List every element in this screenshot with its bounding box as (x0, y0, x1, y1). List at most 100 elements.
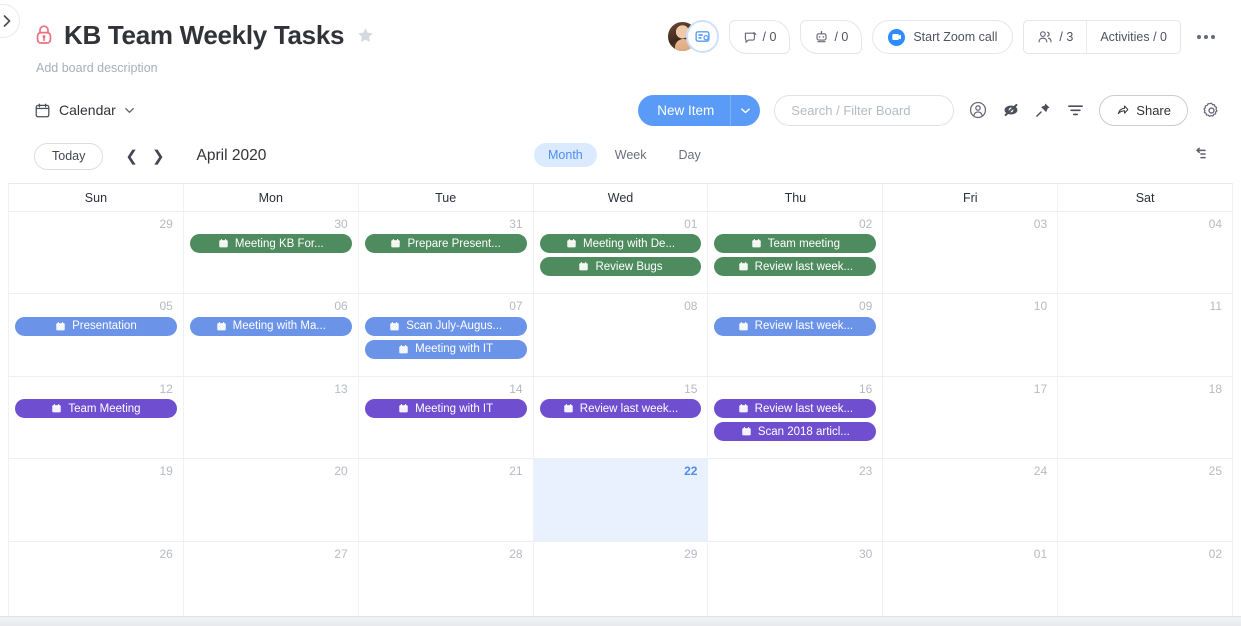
calendar-day-cell[interactable]: 01 (882, 541, 1057, 624)
collapse-panel-icon[interactable] (1195, 144, 1215, 169)
calendar-event[interactable]: Review Bugs (539, 257, 702, 277)
chevron-left-icon[interactable]: ❮ (125, 149, 138, 164)
board-description[interactable]: Add board description (36, 61, 1217, 75)
calendar-day-cell[interactable]: 25 (1057, 459, 1232, 541)
tab-week[interactable]: Week (601, 143, 661, 167)
calendar-day-cell[interactable]: 06 Meeting with Ma... (182, 294, 358, 376)
calendar-day-cell[interactable]: 26 (9, 542, 183, 623)
calendar-day-cell[interactable]: 10 (882, 294, 1057, 376)
calendar-day-cell[interactable]: 02 Team meeting Review last week... (707, 212, 882, 294)
more-options-icon[interactable] (1191, 22, 1221, 52)
calendar-day-cell[interactable]: 21 (357, 459, 533, 541)
calendar-day-cell[interactable]: 09 Review last week... (707, 294, 882, 376)
calendar-event[interactable]: Review last week... (714, 257, 877, 277)
day-number: 15 (684, 381, 698, 396)
calendar-day-cell[interactable]: 31 Prepare Present... (357, 212, 533, 294)
calendar-event[interactable]: Scan July-Augus... (364, 316, 527, 336)
calendar-event[interactable]: Review last week... (714, 316, 877, 336)
start-zoom-call-button[interactable]: Start Zoom call (872, 20, 1014, 54)
automations-button[interactable]: / 0 (800, 20, 863, 54)
calendar-day-cell[interactable]: 20 (182, 459, 358, 541)
day-header-sun: Sun (84, 190, 108, 205)
board-members-button[interactable]: / 3 (1024, 21, 1086, 53)
calendar-day-cell[interactable]: 29 (532, 541, 708, 624)
calendar-day-cell[interactable]: 18 (1057, 376, 1232, 459)
calendar-day-cell[interactable]: 24 (882, 459, 1057, 541)
calendar-day-cell[interactable]: 14 Meeting with IT (357, 376, 533, 459)
header-actions: / 0 / 0 Start Zoom call / 3 Activities /… (666, 20, 1221, 54)
calendar-day-cell[interactable]: 13 (182, 376, 358, 459)
calendar-event[interactable]: Prepare Present... (364, 234, 527, 254)
calendar-event[interactable]: Team meeting (714, 234, 877, 254)
calendar-event[interactable]: Scan 2018 articl... (714, 422, 877, 442)
calendar-event[interactable]: Meeting with Ma... (189, 316, 352, 336)
calendar-day-cell[interactable]: 30 (707, 541, 882, 624)
calendar-day-cell[interactable]: 27 (182, 541, 358, 624)
people-icon (1038, 31, 1053, 43)
calendar-day-cell[interactable]: 07 Scan July-Augus... Meeting with IT (357, 294, 533, 376)
start-zoom-call-label: Start Zoom call (913, 30, 998, 44)
calendar-day-cell[interactable]: 11 (1057, 294, 1232, 376)
calendar-day-cell[interactable]: 16 Review last week... Scan 2018 articl.… (707, 376, 882, 459)
day-number: 02 (858, 217, 873, 231)
calendar-event-title: Review last week... (754, 260, 854, 273)
calendar-day-cell[interactable]: 01 Meeting with De... Review Bugs (532, 212, 708, 294)
calendar-item-icon (55, 321, 66, 332)
avatar-group[interactable] (666, 20, 719, 54)
calendar-event[interactable]: Meeting with IT (364, 339, 527, 359)
calendar-day-cell[interactable]: 08 (532, 294, 708, 376)
day-number: 13 (334, 381, 348, 396)
calendar-day-cell[interactable]: 22 (532, 459, 708, 541)
new-item-button[interactable]: New Item (638, 94, 761, 126)
calendar-event[interactable]: Review last week... (539, 399, 702, 419)
calendar-event[interactable]: Meeting with IT (364, 399, 527, 419)
calendar-day-cell[interactable]: 04 (1057, 212, 1232, 294)
calendar-day-cell[interactable]: 02 (1057, 541, 1232, 624)
calendar-day-cell[interactable]: 28 (357, 541, 533, 624)
board-view-icon[interactable] (685, 20, 719, 53)
share-button[interactable]: Share (1099, 94, 1188, 126)
calendar-event[interactable]: Team Meeting (15, 399, 177, 419)
day-number: 05 (159, 299, 173, 314)
tab-day[interactable]: Day (664, 143, 714, 167)
calendar-week-row: 12 Team Meeting 13 14 Meeting with IT 15 Re… (9, 376, 1232, 460)
activities-button[interactable]: Activities / 0 (1086, 21, 1180, 53)
person-filter-icon[interactable] (968, 100, 988, 120)
calendar-event-title: Meeting with De... (582, 237, 676, 250)
new-item-chevron-down-icon[interactable] (730, 94, 760, 126)
calendar-day-cell[interactable]: 15 Review last week... (532, 376, 708, 459)
month-label: April 2020 (196, 147, 267, 164)
calendar-day-cell[interactable]: 29 (9, 212, 183, 293)
day-number: 08 (684, 299, 698, 314)
calendar-event-title: Presentation (72, 320, 137, 333)
calendar-event[interactable]: Presentation (15, 316, 177, 336)
calendar-event-title: Meeting with IT (415, 343, 494, 356)
updates-button[interactable]: / 0 (728, 20, 791, 54)
calendar-item-icon (563, 403, 574, 414)
tab-month[interactable]: Month (534, 143, 597, 167)
calendar-day-cell[interactable]: 05 Presentation (9, 294, 183, 375)
calendar-event[interactable]: Meeting KB For... (189, 234, 352, 254)
search-filter-box[interactable] (774, 94, 955, 126)
view-switcher[interactable]: Calendar (34, 102, 135, 119)
calendar-event[interactable]: Review last week... (714, 399, 877, 419)
chevron-right-icon[interactable]: ❯ (152, 149, 165, 164)
pin-icon[interactable] (1034, 101, 1052, 119)
star-icon[interactable] (356, 26, 375, 45)
gear-icon[interactable] (1202, 101, 1221, 120)
day-number: 10 (1033, 299, 1048, 314)
calendar-day-cell[interactable]: 12 Team Meeting (9, 377, 183, 458)
lock-icon (34, 23, 54, 47)
calendar-day-cell[interactable]: 30 Meeting KB For... (182, 212, 358, 294)
calendar-day-cell[interactable]: 17 (882, 376, 1057, 459)
today-button[interactable]: Today (34, 142, 104, 170)
calendar-day-cell[interactable]: 23 (707, 459, 882, 541)
calendar-day-cell[interactable]: 19 (9, 459, 183, 540)
filter-icon[interactable] (1066, 101, 1085, 120)
calendar-day-cell[interactable]: 03 (882, 212, 1057, 294)
calendar-item-icon (738, 321, 749, 332)
hide-icon[interactable] (1002, 101, 1020, 119)
search-input[interactable] (791, 102, 938, 118)
board-toolbar: Calendar New Item Search / Filter Board … (34, 87, 1221, 133)
calendar-event[interactable]: Meeting with De... (539, 234, 702, 254)
